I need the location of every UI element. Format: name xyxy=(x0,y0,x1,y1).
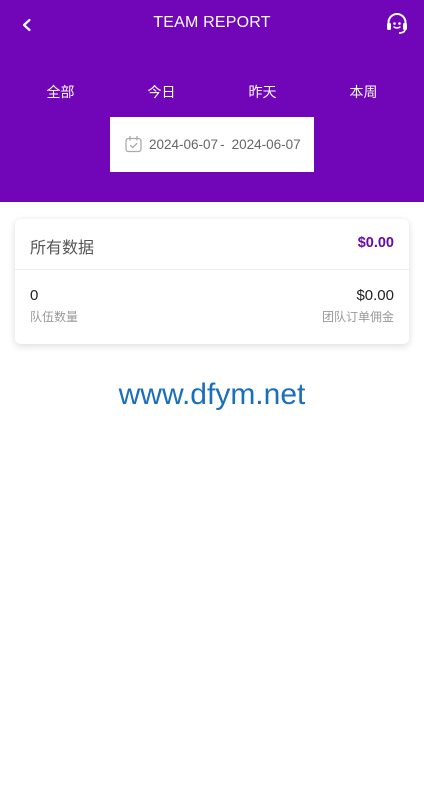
summary-title: 所有数据 xyxy=(30,240,95,257)
summary-card: 所有数据 $0.00 0 队伍数量 $0.00 团队订单佣金 xyxy=(15,219,409,344)
date-start: 2024-06-07 xyxy=(149,137,219,152)
stat-team-count-value: 0 xyxy=(30,287,39,304)
stat-team-commission: $0.00 团队订单佣金 xyxy=(322,287,394,325)
watermark-text: www.dfym.net xyxy=(118,378,306,411)
tab-today[interactable]: 今日 xyxy=(111,80,212,104)
stat-team-count-label: 队伍数量 xyxy=(30,310,79,324)
date-separator: - xyxy=(220,137,225,152)
page-title: TEAM REPORT xyxy=(153,14,271,31)
headset-icon xyxy=(387,13,407,34)
summary-total: $0.00 xyxy=(357,235,394,251)
support-button[interactable] xyxy=(384,10,410,36)
nav-bar: TEAM REPORT xyxy=(0,0,424,50)
tab-this-week[interactable]: 本周 xyxy=(313,80,414,104)
filter-tabs: 全部 今日 昨天 本周 xyxy=(10,80,414,104)
stat-team-commission-value: $0.00 xyxy=(356,287,394,304)
tab-yesterday[interactable]: 昨天 xyxy=(212,80,313,104)
header: TEAM REPORT 全部 今日 昨天 本周 2024-06-07 - 202… xyxy=(0,0,424,202)
summary-card-header: 所有数据 $0.00 xyxy=(15,219,409,270)
date-end: 2024-06-07 xyxy=(231,137,301,152)
calendar-check-icon xyxy=(125,135,142,153)
stat-team-commission-label: 团队订单佣金 xyxy=(321,310,394,324)
stat-team-count: 0 队伍数量 xyxy=(30,287,78,325)
date-range-picker[interactable]: 2024-06-07 - 2024-06-07 xyxy=(110,117,314,172)
tab-all[interactable]: 全部 xyxy=(10,80,111,104)
